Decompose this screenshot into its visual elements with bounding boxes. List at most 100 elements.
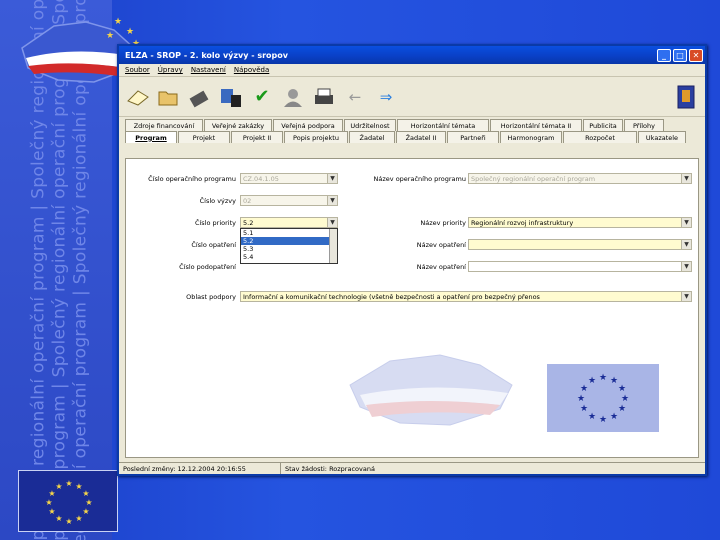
svg-text:★: ★ bbox=[82, 489, 89, 498]
cislo-programu-field[interactable]: CZ.04.1.05 ▼ bbox=[240, 173, 338, 184]
tab-horizontalni-temata-2[interactable]: Horizontální témata II bbox=[490, 119, 582, 131]
cislo-priority-label: Číslo priority bbox=[194, 219, 236, 227]
tab-zadatel[interactable]: Žadatel bbox=[349, 131, 395, 143]
svg-text:★: ★ bbox=[580, 384, 588, 394]
svg-text:★: ★ bbox=[610, 412, 618, 422]
tab-horizontalni-temata[interactable]: Horizontální témata bbox=[397, 119, 489, 131]
menu-soubor[interactable]: Soubor bbox=[125, 66, 150, 74]
save-icon[interactable] bbox=[218, 84, 244, 110]
nazev-programu-label: Název operačního programu bbox=[373, 175, 466, 183]
tab-projekt-2[interactable]: Projekt II bbox=[231, 131, 283, 143]
svg-text:★: ★ bbox=[126, 27, 134, 37]
chevron-down-icon[interactable]: ▼ bbox=[327, 218, 337, 227]
chevron-down-icon[interactable]: ▼ bbox=[681, 218, 691, 227]
svg-text:★: ★ bbox=[45, 498, 52, 507]
svg-text:★: ★ bbox=[65, 517, 72, 526]
tab-udrzitelnost[interactable]: Udržitelnost bbox=[344, 119, 396, 131]
chevron-down-icon[interactable]: ▼ bbox=[681, 262, 691, 271]
priority-dropdown-list[interactable]: 5.1 5.2 5.3 5.4 bbox=[240, 228, 338, 264]
new-document-icon[interactable] bbox=[125, 84, 151, 110]
svg-text:★: ★ bbox=[610, 376, 618, 386]
svg-text:★: ★ bbox=[577, 394, 585, 404]
window-title: ELZA - SROP - 2. kolo výzvy - sropov bbox=[125, 50, 288, 60]
cislo-vyzvy-value: 02 bbox=[243, 196, 252, 205]
priority-option[interactable]: 5.3 bbox=[241, 245, 337, 253]
maximize-button[interactable]: □ bbox=[673, 48, 687, 62]
check-icon[interactable]: ✔ bbox=[249, 84, 275, 110]
status-bar: Poslední změny: 12.12.2004 20:16:55 Stav… bbox=[119, 462, 705, 474]
nazev-opatreni-field[interactable]: ▼ bbox=[468, 239, 692, 250]
cislo-opatreni-label: Číslo opatření bbox=[191, 241, 236, 249]
arrow-left-icon[interactable]: ← bbox=[342, 84, 368, 110]
print-icon[interactable] bbox=[311, 84, 337, 110]
tab-zadatel-2[interactable]: Žadatel II bbox=[396, 131, 446, 143]
tab-projekt[interactable]: Projekt bbox=[178, 131, 230, 143]
tab-verejna-podpora[interactable]: Veřejná podpora bbox=[273, 119, 343, 131]
menu-nastaveni[interactable]: Nastavení bbox=[191, 66, 226, 74]
close-button[interactable]: ✕ bbox=[689, 48, 703, 62]
svg-text:★: ★ bbox=[599, 415, 607, 425]
nazev-priority-label: Název priority bbox=[420, 219, 466, 227]
svg-text:★: ★ bbox=[580, 404, 588, 414]
svg-text:★: ★ bbox=[65, 479, 72, 488]
czech-map-watermark bbox=[349, 354, 513, 426]
tab-row-2: Program Projekt Projekt II Popis projekt… bbox=[125, 131, 705, 143]
status-last-change: Poslední změny: 12.12.2004 20:16:55 bbox=[119, 463, 281, 474]
status-request-state: Stav žádosti: Rozpracovaná bbox=[285, 464, 375, 473]
cislo-priority-value: 5.2 bbox=[243, 218, 254, 227]
tab-zdroje-financovani[interactable]: Zdroje financování bbox=[125, 119, 203, 131]
eu-flag-watermark: ★ ★ ★ ★ ★ ★ ★ ★ ★ ★ ★ ★ bbox=[547, 364, 659, 432]
svg-text:★: ★ bbox=[114, 17, 122, 27]
tab-publicita[interactable]: Publicita bbox=[583, 119, 623, 131]
chevron-down-icon[interactable]: ▼ bbox=[681, 174, 691, 183]
dropdown-scrollbar[interactable] bbox=[329, 229, 337, 263]
tab-verejne-zakazky[interactable]: Veřejné zakázky bbox=[204, 119, 272, 131]
svg-text:★: ★ bbox=[599, 373, 607, 383]
exit-door-icon[interactable] bbox=[673, 84, 699, 110]
tab-program[interactable]: Program bbox=[125, 131, 177, 143]
tab-harmonogram[interactable]: Harmonogram bbox=[500, 131, 562, 143]
nazev-programu-field[interactable]: Společný regionální operační program ▼ bbox=[468, 173, 692, 184]
svg-text:★: ★ bbox=[75, 514, 82, 523]
chevron-down-icon[interactable]: ▼ bbox=[327, 196, 337, 205]
cislo-podopatreni-label: Číslo podopatření bbox=[179, 263, 236, 271]
tools-icon[interactable] bbox=[187, 84, 213, 110]
cislo-programu-label: Číslo operačního programu bbox=[148, 175, 236, 183]
open-folder-icon[interactable] bbox=[156, 84, 182, 110]
oblast-podpory-label: Oblast podpory bbox=[186, 293, 236, 301]
svg-text:★: ★ bbox=[55, 482, 62, 491]
chevron-down-icon[interactable]: ▼ bbox=[327, 174, 337, 183]
svg-text:★: ★ bbox=[48, 507, 55, 516]
svg-text:★: ★ bbox=[55, 514, 62, 523]
person-icon[interactable] bbox=[280, 84, 306, 110]
cislo-programu-value: CZ.04.1.05 bbox=[243, 174, 279, 183]
tab-popis-projektu[interactable]: Popis projektu bbox=[284, 131, 348, 143]
cislo-vyzvy-field[interactable]: 02 ▼ bbox=[240, 195, 338, 206]
cislo-vyzvy-label: Číslo výzvy bbox=[199, 197, 236, 205]
menu-bar: Soubor Úpravy Nastavení Nápověda bbox=[119, 64, 705, 77]
nazev-podopatreni-label: Název opatření bbox=[416, 263, 466, 271]
svg-text:★: ★ bbox=[82, 507, 89, 516]
oblast-podpory-field[interactable]: Informační a komunikační technologie (vš… bbox=[240, 291, 692, 302]
svg-text:★: ★ bbox=[621, 394, 629, 404]
menu-upravy[interactable]: Úpravy bbox=[158, 66, 183, 74]
chevron-down-icon[interactable]: ▼ bbox=[681, 292, 691, 301]
tab-prilohy[interactable]: Přílohy bbox=[624, 119, 664, 131]
tab-partneri[interactable]: Partneři bbox=[447, 131, 499, 143]
minimize-button[interactable]: _ bbox=[657, 48, 671, 62]
priority-option[interactable]: 5.4 bbox=[241, 253, 337, 261]
menu-napoveda[interactable]: Nápověda bbox=[234, 66, 269, 74]
priority-option-selected[interactable]: 5.2 bbox=[241, 237, 337, 245]
chevron-down-icon[interactable]: ▼ bbox=[681, 240, 691, 249]
nazev-priority-field[interactable]: Regionální rozvoj infrastruktury ▼ bbox=[468, 217, 692, 228]
svg-text:★: ★ bbox=[85, 498, 92, 507]
svg-text:★: ★ bbox=[588, 376, 596, 386]
priority-option[interactable]: 5.1 bbox=[241, 229, 337, 237]
arrow-right-icon[interactable]: ⇒ bbox=[373, 84, 399, 110]
tab-ukazatele[interactable]: Ukazatele bbox=[638, 131, 686, 143]
toolbar: ✔ ← ⇒ bbox=[119, 77, 705, 117]
svg-text:★: ★ bbox=[106, 31, 114, 41]
nazev-podopatreni-field[interactable]: ▼ bbox=[468, 261, 692, 272]
cislo-priority-field[interactable]: 5.2 ▼ bbox=[240, 217, 338, 228]
tab-rozpocet[interactable]: Rozpočet bbox=[563, 131, 637, 143]
